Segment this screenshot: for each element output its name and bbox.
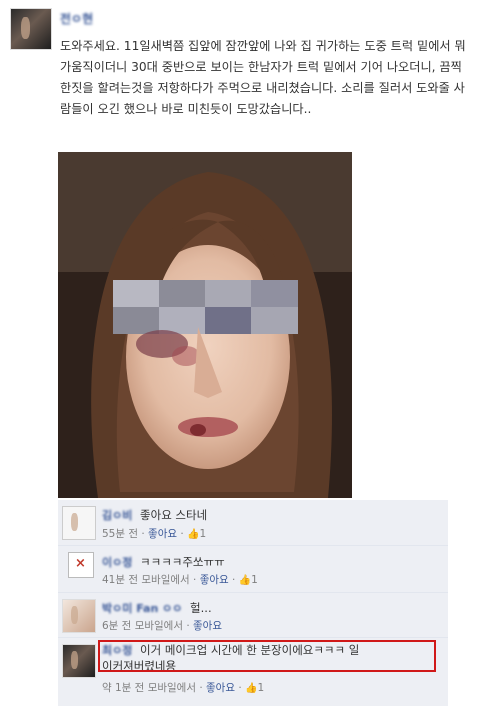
thumbs-up-icon: 👍	[238, 575, 252, 586]
comment-avatar[interactable]	[62, 599, 96, 633]
comment-item: 박ㅇ미 Fan ㅇㅇ 헐... 6분 전 모바일에서 · 좋아요	[58, 592, 448, 637]
post-author-name[interactable]: 전ㅇ현	[60, 10, 93, 27]
comment-time[interactable]: 55분 전	[102, 528, 138, 540]
comment-like-count[interactable]: 1	[251, 574, 258, 586]
comment-source: 모바일에서	[141, 574, 190, 586]
comment-author-name[interactable]: 김ㅇ비	[102, 509, 132, 522]
post-author-avatar[interactable]	[10, 8, 52, 50]
comment-like-link[interactable]: 좋아요	[193, 620, 222, 632]
broken-image-icon: ×	[68, 552, 94, 578]
comment-source: 모바일에서	[147, 682, 196, 694]
comment-like-link[interactable]: 좋아요	[206, 682, 235, 694]
comment-time[interactable]: 6분 전	[102, 620, 131, 632]
comment-like-count[interactable]: 1	[257, 682, 264, 694]
comment-text: 좋아요 스타네	[140, 508, 208, 522]
comment-avatar[interactable]	[62, 644, 96, 678]
thumbs-up-icon: 👍	[187, 529, 200, 540]
comment-like-count[interactable]: 1	[200, 528, 207, 540]
comment-avatar[interactable]	[62, 506, 96, 540]
comment-item: 김ㅇ비 좋아요 스타네 55분 전 · 좋아요 · 👍1	[58, 500, 448, 544]
thumbs-up-icon: 👍	[245, 683, 258, 694]
comment-item: × 이ㅇ정 ㅋㅋㅋㅋ주쏘ㅠㅠ 41분 전 모바일에서 · 좋아요 · 👍1	[58, 545, 448, 592]
highlight-box	[98, 640, 436, 672]
comment-like-link[interactable]: 좋아요	[148, 528, 177, 540]
comment-author-name[interactable]: 이ㅇ정	[102, 556, 132, 569]
comment-source: 모바일에서	[134, 620, 183, 632]
comment-author-name[interactable]: 박ㅇ미 Fan ㅇㅇ	[102, 602, 182, 615]
post-photo[interactable]	[58, 152, 352, 498]
comment-text: ㅋㅋㅋㅋ주쏘ㅠㅠ	[140, 555, 225, 569]
comment-time[interactable]: 41분 전	[102, 574, 138, 586]
comment-like-link[interactable]: 좋아요	[200, 574, 229, 586]
comments-section: 김ㅇ비 좋아요 스타네 55분 전 · 좋아요 · 👍1 × 이ㅇ정 ㅋㅋㅋㅋ주…	[58, 500, 448, 706]
comment-text: 헐...	[190, 601, 212, 615]
comment-time[interactable]: 약 1분 전	[102, 682, 144, 694]
post-text: 도와주세요. 11일새벽쯤 집앞에 잠깐앞에 나와 집 귀가하는 도중 트럭 밑…	[60, 39, 466, 116]
